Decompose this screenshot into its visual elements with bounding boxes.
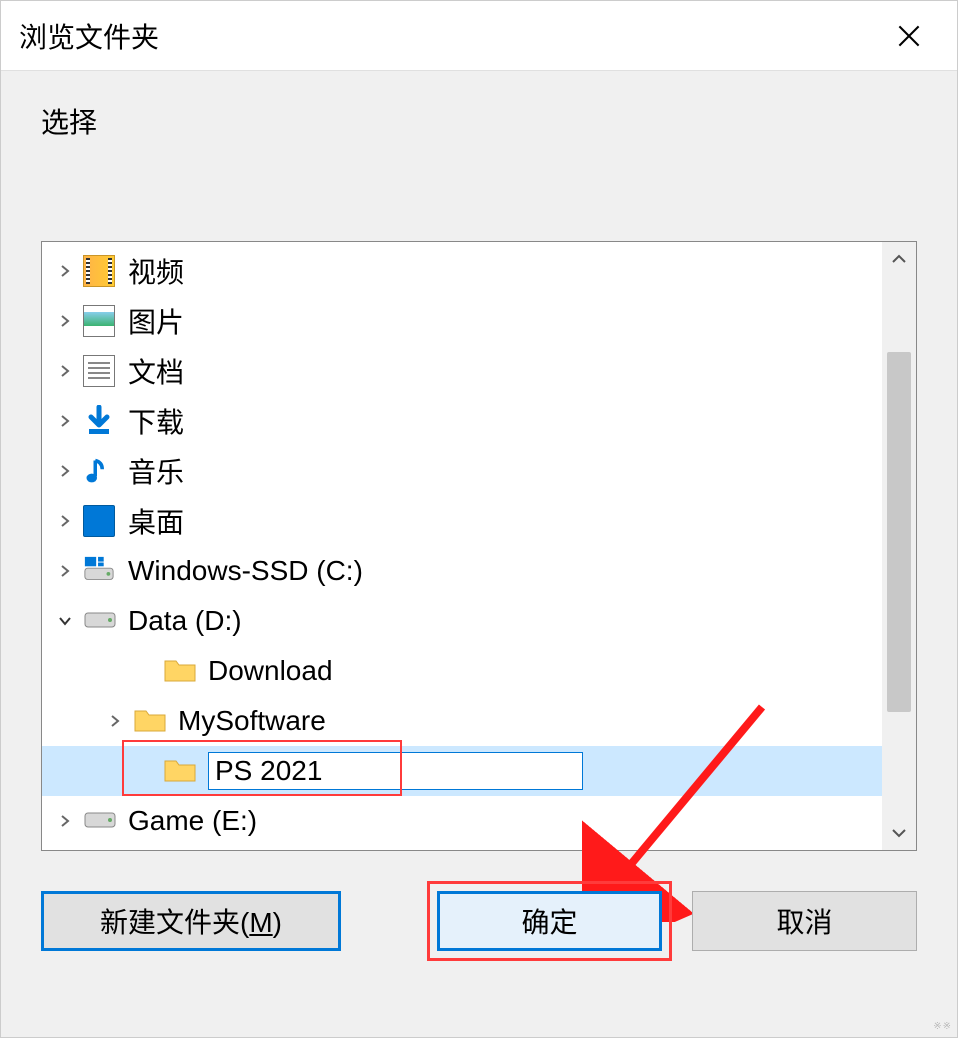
tree-item[interactable]: 下载 [42, 396, 882, 446]
drive-icon [80, 802, 118, 840]
tree-item-label: 文档 [128, 351, 184, 391]
expand-toggle[interactable] [50, 464, 80, 478]
tree-item[interactable]: Data (D:) [42, 596, 882, 646]
scrollbar[interactable] [882, 242, 916, 850]
prompt-label: 选择 [41, 101, 917, 141]
expand-toggle[interactable] [50, 264, 80, 278]
tree-item-label: 桌面 [128, 501, 184, 541]
folder-icon [130, 702, 168, 740]
tree-item[interactable]: 音乐 [42, 446, 882, 496]
right-buttons: 确定 取消 [437, 891, 917, 951]
tree-item[interactable]: 图片 [42, 296, 882, 346]
tree-item[interactable]: Windows-SSD (C:) [42, 546, 882, 596]
folder-icon [160, 652, 198, 690]
tree-item[interactable] [42, 746, 882, 796]
new-folder-button[interactable]: 新建文件夹(M) [41, 891, 341, 951]
expand-toggle[interactable] [50, 414, 80, 428]
dialog-title: 浏览文件夹 [19, 16, 159, 56]
tree-item[interactable]: Game (E:) [42, 796, 882, 846]
download-icon [80, 402, 118, 440]
drive-icon [80, 602, 118, 640]
music-icon [80, 452, 118, 490]
image-icon [80, 302, 118, 340]
scroll-thumb[interactable] [887, 352, 911, 712]
tree-item-label: Download [208, 655, 333, 687]
titlebar: 浏览文件夹 [1, 1, 957, 71]
video-icon [80, 252, 118, 290]
tree-item[interactable]: MySoftware [42, 696, 882, 746]
expand-toggle[interactable] [50, 364, 80, 378]
scroll-up-arrow[interactable] [882, 242, 916, 276]
tree-item-label: Data (D:) [128, 605, 242, 637]
dialog-body: 选择 视频图片文档下载音乐桌面 Windows-SSD (C:) Data (D:)… [1, 71, 957, 1037]
close-icon [898, 25, 920, 47]
scroll-down-arrow[interactable] [882, 816, 916, 850]
tree-item[interactable]: 视频 [42, 246, 882, 296]
drive-win-icon [80, 552, 118, 590]
folder-icon [160, 752, 198, 790]
tree-item[interactable]: 桌面 [42, 496, 882, 546]
expand-toggle[interactable] [50, 514, 80, 528]
tree-item-label: Game (E:) [128, 805, 257, 837]
desktop-icon [80, 502, 118, 540]
expand-toggle[interactable] [100, 714, 130, 728]
expand-toggle[interactable] [50, 814, 80, 828]
folder-name-input[interactable] [208, 752, 583, 790]
close-button[interactable] [879, 11, 939, 61]
tree-item[interactable]: Download [42, 646, 882, 696]
tree-item-label: MySoftware [178, 705, 326, 737]
cancel-button[interactable]: 取消 [692, 891, 917, 951]
tree-item-label: Windows-SSD (C:) [128, 555, 363, 587]
folder-tree-container: 视频图片文档下载音乐桌面 Windows-SSD (C:) Data (D:) Dow… [41, 241, 917, 851]
expand-toggle[interactable] [50, 314, 80, 328]
folder-tree[interactable]: 视频图片文档下载音乐桌面 Windows-SSD (C:) Data (D:) Dow… [42, 242, 882, 850]
ok-button-wrap: 确定 [437, 891, 662, 951]
tree-item[interactable]: 文档 [42, 346, 882, 396]
tree-item-label: 下载 [128, 401, 184, 441]
tree-item-label: 图片 [128, 301, 184, 341]
expand-toggle[interactable] [50, 614, 80, 628]
ok-button[interactable]: 确定 [437, 891, 662, 951]
tree-item-label: 视频 [128, 251, 184, 291]
watermark: ※※ [933, 1021, 952, 1032]
browse-folder-dialog: 浏览文件夹 选择 视频图片文档下载音乐桌面 Windows-SSD (C:) Dat… [0, 0, 958, 1038]
button-row: 新建文件夹(M) 确定 取消 [41, 891, 917, 951]
document-icon [80, 352, 118, 390]
expand-toggle[interactable] [50, 564, 80, 578]
tree-item-label: 音乐 [128, 451, 184, 491]
